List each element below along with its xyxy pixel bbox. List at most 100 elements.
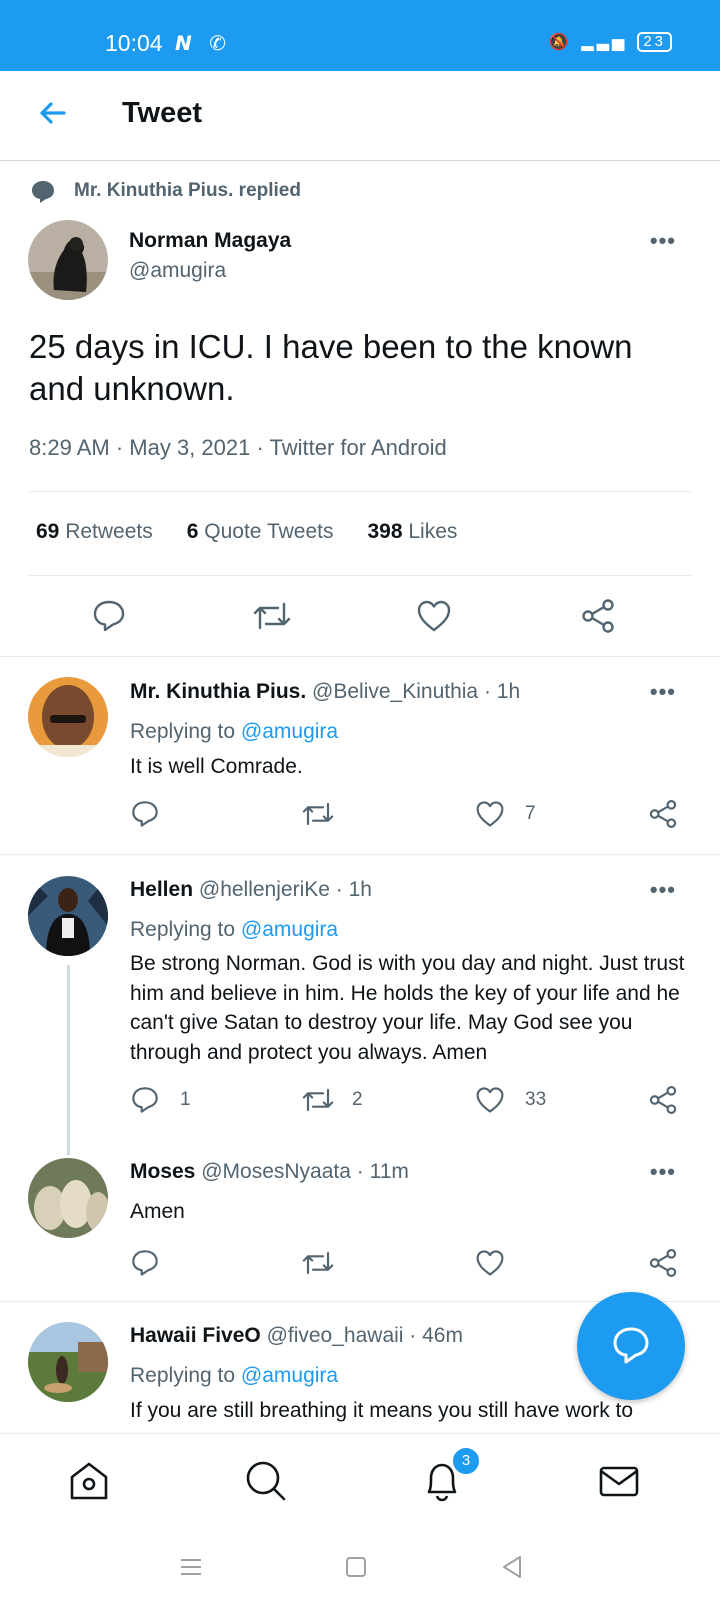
reply-action-bar: 7 xyxy=(0,797,720,837)
tweet-more-menu[interactable]: ••• xyxy=(650,228,676,254)
reply-avatar[interactable] xyxy=(28,677,108,757)
search-icon xyxy=(246,1461,286,1501)
compose-reply-button[interactable] xyxy=(577,1292,685,1400)
share-button[interactable] xyxy=(648,1085,678,1120)
triangle-back-icon xyxy=(503,1556,521,1578)
reply-avatar[interactable] xyxy=(28,1322,108,1402)
mail-icon xyxy=(599,1466,639,1497)
like-button[interactable] xyxy=(475,800,505,833)
status-bar: 10:04 𝙉 ✆ 🔕 ▂▃▅ 23 xyxy=(0,0,720,71)
like-count: 7 xyxy=(525,803,536,824)
retweet-button[interactable] xyxy=(252,598,292,639)
quotes-stat[interactable]: 6 Quote Tweets xyxy=(187,520,334,544)
replying-to-link[interactable]: @amugira xyxy=(241,1364,338,1387)
replying-to-link[interactable]: @amugira xyxy=(241,720,338,743)
person-avatar-image xyxy=(28,876,108,956)
likes-count: 398 xyxy=(367,520,403,543)
reply-header[interactable]: Mr. Kinuthia Pius. @Belive_Kinuthia · 1h xyxy=(130,680,520,704)
back-arrow-icon xyxy=(40,102,66,124)
retweet-button[interactable] xyxy=(301,1248,335,1283)
reply-button[interactable] xyxy=(91,598,127,639)
battery-level: 23 xyxy=(643,33,666,50)
top-bar: Tweet xyxy=(0,71,720,161)
nav-messages[interactable] xyxy=(594,1456,644,1506)
reply-header[interactable]: Moses @MosesNyaata · 11m xyxy=(130,1160,409,1184)
like-button[interactable] xyxy=(475,1086,505,1119)
reply-more-menu[interactable]: ••• xyxy=(650,679,676,705)
nav-search[interactable] xyxy=(241,1456,291,1506)
reply-author-handle: @Belive_Kinuthia · 1h xyxy=(312,680,521,703)
tweet-meta: 8:29 AM · May 3, 2021 · Twitter for Andr… xyxy=(29,435,447,460)
divider xyxy=(0,854,720,855)
reply-author-name: Hellen xyxy=(130,878,194,901)
back-button[interactable] xyxy=(34,93,74,133)
replying-to-link[interactable]: @amugira xyxy=(241,918,338,941)
share-button[interactable] xyxy=(648,1248,678,1283)
reply-action-bar xyxy=(0,1246,720,1286)
social-context: Mr. Kinuthia Pius. replied xyxy=(30,178,301,204)
reply-more-menu[interactable]: ••• xyxy=(650,1159,676,1185)
reply-bubble-icon xyxy=(32,181,54,203)
reply-author-name: Moses xyxy=(130,1160,196,1183)
reply-author-name: Mr. Kinuthia Pius. xyxy=(130,680,307,703)
share-icon xyxy=(649,800,677,828)
reply-button[interactable] xyxy=(130,1085,160,1120)
heart-icon xyxy=(476,1087,504,1113)
heart-icon xyxy=(476,1250,504,1276)
replying-to: Replying to @amugira xyxy=(130,918,338,942)
retweet-icon xyxy=(302,802,334,826)
notifications-badge: 3 xyxy=(451,1446,481,1476)
battery-icon: 23 xyxy=(637,32,672,52)
dog-avatar-image xyxy=(28,220,108,300)
status-time: 10:04 xyxy=(105,30,163,56)
mute-icon: 🔕 xyxy=(548,34,572,51)
share-icon xyxy=(582,599,614,633)
author-name: Norman Magaya xyxy=(129,229,292,252)
share-button[interactable] xyxy=(648,799,678,834)
reply-button[interactable] xyxy=(130,1248,160,1283)
author-handle: @amugira xyxy=(129,259,227,282)
reply-avatar[interactable] xyxy=(28,876,108,956)
quotes-label: Quote Tweets xyxy=(204,520,334,543)
reply-more-menu[interactable]: ••• xyxy=(650,877,676,903)
tweet-action-bar xyxy=(0,590,720,650)
reply-text: If you are still breathing it means you … xyxy=(130,1399,634,1422)
like-button[interactable] xyxy=(475,1249,505,1282)
reply-icon xyxy=(132,1087,158,1113)
retweets-stat[interactable]: 69 Retweets xyxy=(36,520,153,544)
signal-icon: ▂▃▅ xyxy=(581,34,628,51)
retweet-icon xyxy=(302,1251,334,1275)
replying-prefix: Replying to xyxy=(130,1364,236,1387)
retweet-icon xyxy=(253,602,291,630)
divider xyxy=(29,575,691,576)
like-count: 33 xyxy=(525,1089,547,1110)
divider xyxy=(29,491,691,492)
back-system-button[interactable] xyxy=(498,1552,528,1587)
reply-header[interactable]: Hellen @hellenjeriKe · 1h xyxy=(130,878,372,902)
reply-header[interactable]: Hawaii FiveO @fiveo_hawaii · 46m xyxy=(130,1324,463,1348)
share-icon xyxy=(649,1249,677,1277)
reply-icon xyxy=(132,801,158,827)
likes-label: Likes xyxy=(408,520,458,543)
reply-bubble-icon xyxy=(613,1327,649,1364)
retweet-button[interactable] xyxy=(301,799,335,834)
reply-avatar[interactable] xyxy=(28,1158,108,1238)
home-system-button[interactable] xyxy=(341,1552,371,1587)
author-info[interactable]: Norman Magaya @amugira xyxy=(129,229,291,283)
reply-button[interactable] xyxy=(130,799,160,834)
outdoor-avatar-image xyxy=(28,1322,108,1402)
share-button[interactable] xyxy=(580,598,616,639)
social-context-text: Mr. Kinuthia Pius. replied xyxy=(74,180,301,201)
menu-button[interactable] xyxy=(176,1552,206,1587)
reply-author-handle: @fiveo_hawaii · 46m xyxy=(266,1324,463,1347)
tweet-text: 25 days in ICU. I have been to the known… xyxy=(29,328,633,407)
divider xyxy=(0,656,720,657)
reply-author-handle: @hellenjeriKe · 1h xyxy=(198,878,372,901)
author-avatar[interactable] xyxy=(28,220,108,300)
square-icon xyxy=(346,1557,366,1577)
home-icon xyxy=(70,1462,108,1500)
nav-home[interactable] xyxy=(64,1456,114,1506)
retweet-button[interactable] xyxy=(301,1085,335,1120)
like-button[interactable] xyxy=(416,599,452,638)
likes-stat[interactable]: 398 Likes xyxy=(367,520,457,544)
